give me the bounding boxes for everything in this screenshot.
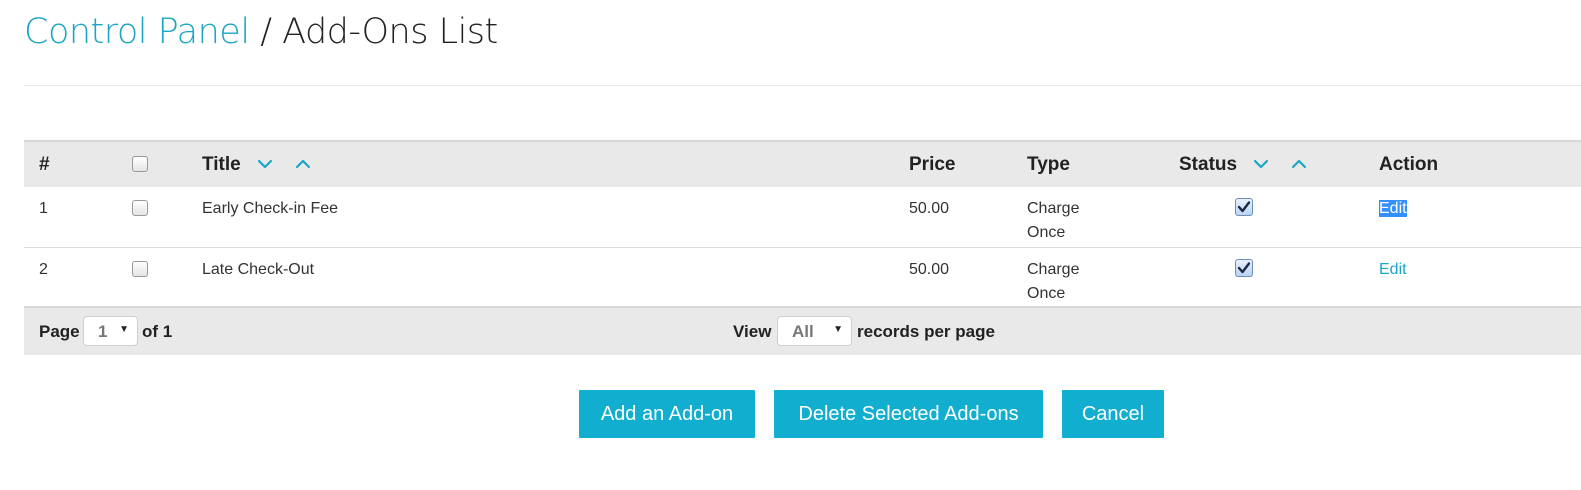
- table-header: # Title Price Type Status Action: [24, 140, 1581, 187]
- status-checkbox[interactable]: [1235, 198, 1253, 224]
- dropdown-arrow-icon: ▼: [119, 324, 129, 335]
- column-header-type: Type: [1027, 154, 1070, 175]
- delete-selected-addons-button[interactable]: Delete Selected Add-ons: [774, 390, 1043, 438]
- page-title: Control Panel / Add-Ons List: [24, 12, 498, 52]
- edit-link[interactable]: Edit: [1379, 258, 1407, 282]
- chevron-up-icon[interactable]: [1290, 155, 1308, 173]
- breadcrumb-current: Add-Ons List: [282, 12, 498, 52]
- addon-type-line2: Once: [1027, 285, 1066, 302]
- edit-link-label[interactable]: Edit: [1379, 200, 1407, 217]
- row-select-checkbox[interactable]: [132, 261, 148, 285]
- column-header-status: Status: [1179, 154, 1238, 175]
- addon-title: Early Check-in Fee: [202, 200, 339, 217]
- addon-price: 50.00: [909, 261, 950, 278]
- column-header-number: #: [39, 154, 50, 175]
- edit-link-label[interactable]: Edit: [1379, 261, 1407, 278]
- table-row: 1 Early Check-in Fee 50.00 Charge Once Ed…: [24, 187, 1581, 248]
- page-select[interactable]: 1 ▼: [83, 316, 138, 346]
- addon-title: Late Check-Out: [202, 261, 315, 278]
- cancel-button[interactable]: Cancel: [1062, 390, 1164, 438]
- chevron-down-icon[interactable]: [256, 155, 274, 173]
- column-header-price: Price: [909, 154, 956, 175]
- edit-link[interactable]: Edit: [1379, 197, 1407, 221]
- addon-type-line1: Charge: [1027, 200, 1080, 217]
- column-header-action: Action: [1379, 154, 1439, 175]
- row-number: 1: [39, 200, 48, 217]
- addon-type: Charge Once: [1027, 197, 1107, 245]
- addon-type-line2: Once: [1027, 224, 1066, 241]
- addon-type: Charge Once: [1027, 258, 1107, 306]
- breadcrumb-control-panel-link[interactable]: Control Panel: [24, 12, 250, 52]
- table-row: 2 Late Check-Out 50.00 Charge Once Edit: [24, 248, 1581, 309]
- header-divider: [24, 85, 1581, 86]
- addon-type-line1: Charge: [1027, 261, 1080, 278]
- records-per-page-select[interactable]: All ▼: [777, 316, 852, 346]
- status-sort-controls: [1252, 155, 1308, 173]
- records-per-page-value: All: [792, 322, 814, 341]
- page-label: Page: [39, 322, 80, 341]
- pagination-bar: Page 1 ▼ of 1 View All ▼ records per pag…: [24, 306, 1581, 355]
- row-number: 2: [39, 261, 48, 278]
- view-label: View: [733, 322, 772, 341]
- dropdown-arrow-icon: ▼: [833, 324, 843, 335]
- chevron-up-icon[interactable]: [294, 155, 312, 173]
- status-checkbox[interactable]: [1235, 259, 1253, 285]
- addon-price: 50.00: [909, 200, 950, 217]
- select-all-checkbox[interactable]: [132, 156, 148, 178]
- page-count-label: of 1: [142, 322, 173, 341]
- title-sort-controls: [256, 155, 312, 173]
- column-header-title: Title: [202, 154, 241, 175]
- page-select-value: 1: [98, 322, 108, 341]
- addons-table: # Title Price Type Status Action 1 Early…: [24, 140, 1581, 309]
- row-select-checkbox[interactable]: [132, 200, 148, 224]
- records-per-page-label: records per page: [857, 322, 995, 341]
- add-addon-button[interactable]: Add an Add-on: [579, 390, 755, 438]
- breadcrumb-separator: /: [249, 12, 283, 52]
- chevron-down-icon[interactable]: [1252, 155, 1270, 173]
- checkbox-checked-icon: [1235, 259, 1253, 277]
- checkbox-checked-icon: [1235, 198, 1253, 216]
